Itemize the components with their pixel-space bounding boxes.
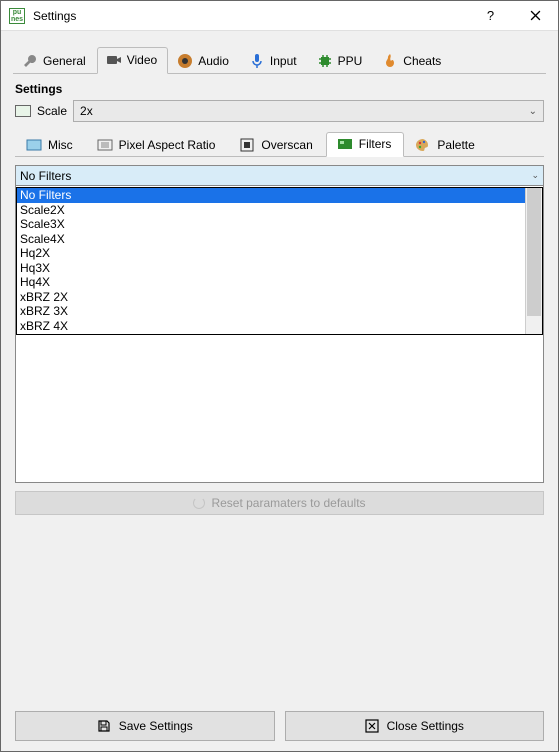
scrollbar-thumb[interactable] [527,188,541,316]
spacer [13,515,546,711]
main-tab-strip: General Video Audio Input [13,47,546,74]
filter-combo-value: No Filters [20,169,71,183]
filter-combo[interactable]: No Filters ⌄ [16,166,543,186]
close-label: Close Settings [387,719,464,733]
titlebar: punes Settings ? [1,1,558,31]
scale-value: 2x [80,104,93,118]
filter-option[interactable]: xBRZ 3X [17,304,525,319]
sub-tab-overscan[interactable]: Overscan [228,132,325,157]
filter-option[interactable]: Scale4X [17,232,525,247]
wrench-icon [22,53,38,69]
sub-tab-palette[interactable]: Palette [404,132,487,157]
scale-label: Scale [37,104,67,118]
sub-tab-label: Pixel Aspect Ratio [119,138,216,152]
sub-tab-label: Misc [48,138,73,152]
reset-icon [193,497,205,509]
tab-ppu[interactable]: PPU [308,47,374,74]
scale-icon [15,105,31,117]
tab-label: General [43,54,86,68]
filter-option[interactable]: xBRZ 2X [17,290,525,305]
save-label: Save Settings [119,719,193,733]
filters-icon [337,137,353,151]
tab-general[interactable]: General [13,47,97,74]
reset-defaults-button[interactable]: Reset paramaters to defaults [15,491,544,515]
palette-icon [415,138,431,152]
sub-tab-filters[interactable]: Filters [326,132,405,157]
flame-icon [382,53,398,69]
tab-audio[interactable]: Audio [168,47,240,74]
tab-label: PPU [338,54,363,68]
close-icon [530,10,541,21]
list-scrollbar[interactable] [525,188,542,334]
filter-option[interactable]: Hq3X [17,261,525,276]
filter-dropdown-list: No FiltersScale2XScale3XScale4XHq2XHq3XH… [16,187,543,335]
save-settings-button[interactable]: Save Settings [15,711,275,741]
reset-label: Reset paramaters to defaults [211,496,365,510]
settings-header: Settings [15,82,546,96]
window-title: Settings [33,9,468,23]
tab-input[interactable]: Input [240,47,308,74]
video-sub-tab-strip: Misc Pixel Aspect Ratio Overscan Filters [15,132,544,157]
chip-icon [317,53,333,69]
sub-tab-label: Overscan [261,138,312,152]
filter-option[interactable]: Scale2X [17,203,525,218]
filter-option[interactable]: Scale3X [17,217,525,232]
filter-option[interactable]: No Filters [17,188,525,203]
camera-icon [106,52,122,68]
scale-row: Scale 2x ⌄ [15,100,544,122]
filter-option[interactable]: xBRZ 4X [17,319,525,334]
tab-cheats[interactable]: Cheats [373,47,452,74]
sub-tab-label: Palette [437,138,474,152]
tab-label: Cheats [403,54,441,68]
filter-list-items: No FiltersScale2XScale3XScale4XHq2XHq3XH… [17,188,525,334]
filters-panel: No Filters ⌄ No FiltersScale2XScale3XSca… [15,165,544,483]
speaker-icon [177,53,193,69]
sub-tab-par[interactable]: Pixel Aspect Ratio [86,132,229,157]
chevron-down-icon: ⌄ [531,170,539,181]
save-icon [97,719,111,733]
tab-video[interactable]: Video [97,47,168,74]
tab-label: Video [127,53,157,67]
bottom-button-row: Save Settings Close Settings [13,711,546,743]
scale-select[interactable]: 2x ⌄ [73,100,544,122]
close-settings-button[interactable]: Close Settings [285,711,545,741]
close-box-icon [365,719,379,733]
tab-label: Audio [198,54,229,68]
overscan-icon [239,138,255,152]
filter-option[interactable]: Hq2X [17,246,525,261]
app-icon: punes [9,8,25,24]
filter-option[interactable]: Hq4X [17,275,525,290]
dialog-body: General Video Audio Input [1,31,558,751]
sub-tab-label: Filters [359,137,392,151]
misc-icon [26,138,42,152]
chevron-down-icon: ⌄ [529,106,537,117]
sub-tab-misc[interactable]: Misc [15,132,86,157]
settings-window: punes Settings ? General Video [0,0,559,752]
help-button[interactable]: ? [468,1,513,31]
window-close-button[interactable] [513,1,558,31]
aspect-icon [97,138,113,152]
tab-label: Input [270,54,297,68]
microphone-icon [249,53,265,69]
